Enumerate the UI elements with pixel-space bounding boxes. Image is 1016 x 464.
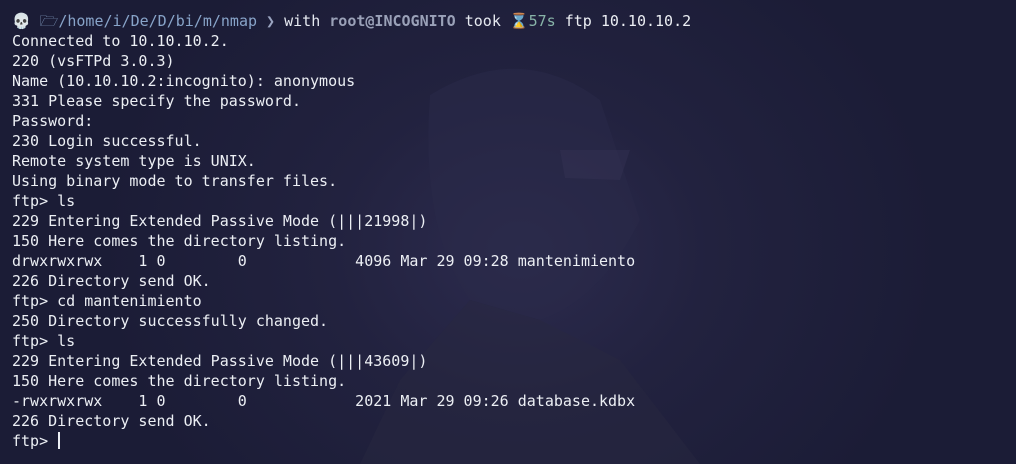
hourglass-icon: ⌛ — [509, 12, 529, 30]
skull-icon: 💀 — [12, 12, 31, 30]
output-line: ftp> cd mantenimiento — [12, 292, 202, 310]
ftp-prompt: ftp> — [12, 432, 58, 450]
chevron-icon: ❯ — [266, 12, 276, 30]
output-line: drwxrwxrwx 1 0 0 4096 Mar 29 09:28 mante… — [12, 252, 636, 270]
prompt-duration: 57s — [528, 12, 556, 30]
output-line: 250 Directory successfully changed. — [12, 312, 329, 330]
prompt-with-label: with — [284, 12, 321, 30]
output-line: 331 Please specify the password. — [12, 92, 301, 110]
prompt-path: /home/i/De/D/bi/m/nmap — [58, 12, 258, 30]
prompt-command: ftp 10.10.10.2 — [564, 12, 692, 30]
output-line: -rwxrwxrwx 1 0 0 2021 Mar 29 09:26 datab… — [12, 392, 636, 410]
output-line: Connected to 10.10.10.2. — [12, 32, 229, 50]
output-line: ftp> ls — [12, 192, 76, 210]
output-line: 150 Here comes the directory listing. — [12, 372, 347, 390]
terminal-window[interactable]: 💀 🗁/home/i/De/D/bi/m/nmap ❯ with root@IN… — [0, 0, 1016, 464]
output-line: 229 Entering Extended Passive Mode (|||2… — [12, 212, 428, 230]
output-line: ftp> ls — [12, 332, 76, 350]
output-line: 230 Login successful. — [12, 132, 202, 150]
output-line: Name (10.10.10.2:incognito): anonymous — [12, 72, 356, 90]
output-line: 229 Entering Extended Passive Mode (|||4… — [12, 352, 428, 370]
output-line: 150 Here comes the directory listing. — [12, 232, 347, 250]
ftp-input-line[interactable]: ftp> — [12, 431, 1004, 451]
prompt-took-label: took — [464, 12, 501, 30]
output-line: Password: — [12, 112, 94, 130]
output-line: Using binary mode to transfer files. — [12, 172, 338, 190]
output-line: 226 Directory send OK. — [12, 272, 211, 290]
output-line: Remote system type is UNIX. — [12, 152, 256, 170]
terminal-output[interactable]: 💀 🗁/home/i/De/D/bi/m/nmap ❯ with root@IN… — [12, 11, 1004, 451]
prompt-user: root@INCOGNITO — [329, 12, 456, 30]
output-line: 220 (vsFTPd 3.0.3) — [12, 52, 175, 70]
folder-icon: 🗁 — [39, 12, 59, 30]
prompt-line: 💀 🗁/home/i/De/D/bi/m/nmap ❯ with root@IN… — [12, 11, 1004, 31]
text-cursor[interactable] — [58, 432, 61, 449]
output-line: 226 Directory send OK. — [12, 412, 211, 430]
